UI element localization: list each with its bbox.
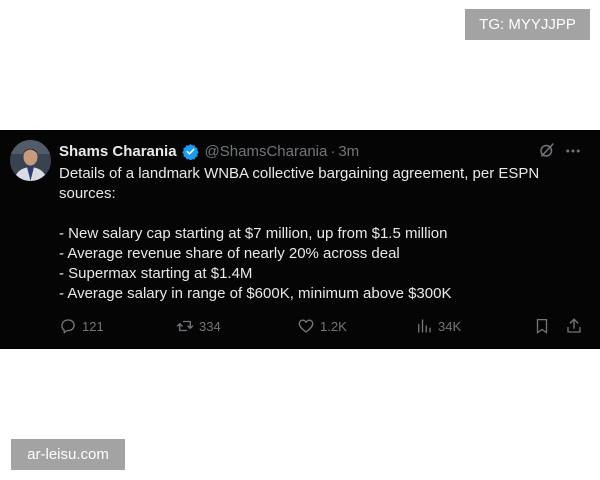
separator-dot: ·: [330, 142, 336, 160]
like-button[interactable]: 1.2K: [297, 315, 347, 337]
views-icon: [418, 319, 431, 333]
reply-count: 121: [82, 318, 104, 334]
display-name[interactable]: Shams Charania: [59, 143, 177, 160]
views-count: 34K: [438, 318, 462, 334]
tweet-line: Details of a landmark WNBA collective ba…: [59, 165, 540, 182]
repost-button[interactable]: 334: [176, 315, 221, 337]
tweet-line: - Average revenue share of nearly 20% ac…: [59, 245, 400, 262]
tweet-card[interactable]: Shams Charania @ShamsCharania · 3m Detai…: [0, 130, 600, 349]
tweet-text: Details of a landmark WNBA collective ba…: [59, 164, 584, 304]
more-icon[interactable]: [564, 142, 582, 160]
action-bar: 121 334 1.2K 34K: [59, 315, 589, 337]
timestamp[interactable]: 3m: [338, 143, 359, 160]
tweet-line: - New salary cap starting at $7 million,…: [59, 225, 448, 242]
reply-icon: [61, 319, 75, 334]
bookmark-button[interactable]: [533, 315, 556, 337]
watermark-bottom: ar-leisu.com: [11, 439, 125, 470]
grok-icon[interactable]: [538, 141, 556, 159]
share-icon: [567, 318, 581, 333]
tweet-line: - Supermax starting at $1.4M: [59, 265, 253, 282]
tweet-line: sources:: [59, 185, 116, 202]
repost-icon: [176, 320, 194, 332]
share-button[interactable]: [565, 315, 588, 337]
tweet-header: Shams Charania @ShamsCharania · 3m: [59, 140, 586, 162]
handle[interactable]: @ShamsCharania: [205, 143, 328, 160]
watermark-top: TG: MYYJJPP: [465, 9, 590, 40]
avatar[interactable]: [10, 140, 51, 181]
like-count: 1.2K: [320, 318, 347, 334]
views-button[interactable]: 34K: [415, 315, 461, 337]
bookmark-icon: [536, 318, 548, 334]
like-icon: [298, 319, 314, 333]
reply-button[interactable]: 121: [59, 315, 104, 337]
repost-count: 334: [199, 318, 221, 334]
tweet-line: - Average salary in range of $600K, mini…: [59, 285, 452, 302]
tweet-line: [59, 204, 584, 224]
verified-badge-icon: [181, 143, 199, 160]
